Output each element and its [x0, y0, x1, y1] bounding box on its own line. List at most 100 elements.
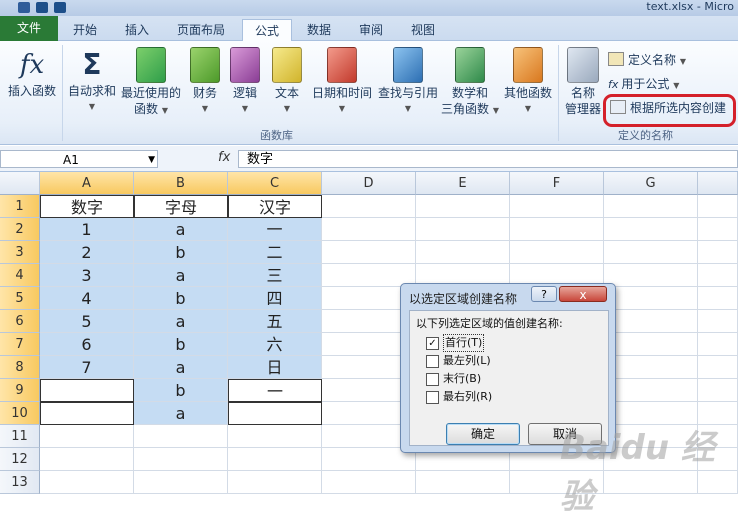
cell-h2[interactable] — [698, 218, 738, 241]
recently-used-button[interactable]: 最近使用的 函数 ▼ — [120, 47, 182, 119]
cell-g5[interactable] — [604, 287, 698, 310]
cell-c12[interactable] — [228, 448, 322, 471]
formula-input[interactable]: 数字 — [238, 150, 738, 168]
text-functions-button[interactable]: 文本 ▼ — [268, 47, 306, 117]
row-header-9[interactable]: 9 — [0, 379, 40, 402]
insert-function-button[interactable]: fx 插入函数 — [4, 47, 60, 99]
option-left-column[interactable]: 最左列(L) — [426, 353, 491, 369]
cell-a7[interactable]: 6 — [40, 333, 134, 356]
use-in-formula-button[interactable]: fx 用于公式 ▼ — [608, 75, 679, 93]
cell-b10[interactable]: a — [134, 402, 228, 425]
tab-page-layout[interactable]: 页面布局 — [166, 19, 236, 41]
cell-c7[interactable]: 六 — [228, 333, 322, 356]
option-right-column[interactable]: 最右列(R) — [426, 389, 492, 405]
tab-file[interactable]: 文件 — [0, 16, 58, 41]
row-header-1[interactable]: 1 — [0, 195, 40, 218]
cell-e3[interactable] — [416, 241, 510, 264]
row-header-12[interactable]: 12 — [0, 448, 40, 471]
datetime-button[interactable]: 日期和时间 ▼ — [310, 47, 374, 117]
checkbox[interactable] — [426, 372, 439, 386]
row-header-3[interactable]: 3 — [0, 241, 40, 264]
column-header-c[interactable]: C — [228, 172, 322, 195]
cell-e13[interactable] — [416, 471, 510, 494]
cell-a4[interactable]: 3 — [40, 264, 134, 287]
cell-f1[interactable] — [510, 195, 604, 218]
column-header-g[interactable]: G — [604, 172, 698, 195]
cell-f3[interactable] — [510, 241, 604, 264]
tab-insert[interactable]: 插入 — [114, 19, 160, 41]
cell-b3[interactable]: b — [134, 241, 228, 264]
row-header-11[interactable]: 11 — [0, 425, 40, 448]
option-bottom-row[interactable]: 末行(B) — [426, 371, 481, 387]
select-all-corner[interactable] — [0, 172, 40, 195]
option-top-row[interactable]: ✓ 首行(T) — [426, 334, 485, 352]
cell-c9[interactable]: 一 — [228, 379, 322, 402]
cell-a11[interactable] — [40, 425, 134, 448]
cell-c5[interactable]: 四 — [228, 287, 322, 310]
cell-b4[interactable]: a — [134, 264, 228, 287]
column-header-b[interactable]: B — [134, 172, 228, 195]
cell-c10[interactable] — [228, 402, 322, 425]
tab-review[interactable]: 审阅 — [348, 19, 394, 41]
cell-g4[interactable] — [604, 264, 698, 287]
cell-f2[interactable] — [510, 218, 604, 241]
close-button[interactable]: x — [559, 286, 607, 302]
lookup-button[interactable]: 查找与引用 ▼ — [376, 47, 440, 117]
cell-h9[interactable] — [698, 379, 738, 402]
column-header-h[interactable] — [698, 172, 738, 195]
column-header-e[interactable]: E — [416, 172, 510, 195]
save-icon[interactable] — [18, 1, 30, 13]
cell-g9[interactable] — [604, 379, 698, 402]
cell-e2[interactable] — [416, 218, 510, 241]
row-header-6[interactable]: 6 — [0, 310, 40, 333]
column-header-d[interactable]: D — [322, 172, 416, 195]
cell-h4[interactable] — [698, 264, 738, 287]
name-manager-button[interactable]: 名称 管理器 — [562, 47, 604, 117]
cell-h8[interactable] — [698, 356, 738, 379]
cell-a12[interactable] — [40, 448, 134, 471]
undo-icon[interactable] — [36, 1, 48, 13]
tab-home[interactable]: 开始 — [62, 19, 108, 41]
row-header-4[interactable]: 4 — [0, 264, 40, 287]
cell-g7[interactable] — [604, 333, 698, 356]
cell-d3[interactable] — [322, 241, 416, 264]
column-header-a[interactable]: A — [40, 172, 134, 195]
cell-d2[interactable] — [322, 218, 416, 241]
redo-icon[interactable] — [54, 1, 66, 13]
cell-c11[interactable] — [228, 425, 322, 448]
row-header-2[interactable]: 2 — [0, 218, 40, 241]
financial-button[interactable]: 财务 ▼ — [188, 47, 222, 117]
cell-g2[interactable] — [604, 218, 698, 241]
logical-button[interactable]: 逻辑 ▼ — [228, 47, 262, 117]
cell-b13[interactable] — [134, 471, 228, 494]
row-header-7[interactable]: 7 — [0, 333, 40, 356]
cell-c13[interactable] — [228, 471, 322, 494]
row-header-10[interactable]: 10 — [0, 402, 40, 425]
cell-h6[interactable] — [698, 310, 738, 333]
cell-a2[interactable]: 1 — [40, 218, 134, 241]
checkbox-checked[interactable]: ✓ — [426, 336, 439, 350]
row-header-8[interactable]: 8 — [0, 356, 40, 379]
cell-b6[interactable]: a — [134, 310, 228, 333]
cell-a10[interactable] — [40, 402, 134, 425]
tab-view[interactable]: 视图 — [400, 19, 446, 41]
checkbox[interactable] — [426, 390, 439, 404]
cell-d13[interactable] — [322, 471, 416, 494]
cell-b12[interactable] — [134, 448, 228, 471]
autosum-button[interactable]: Σ 自动求和 ▼ — [64, 47, 120, 115]
cell-b7[interactable]: b — [134, 333, 228, 356]
ok-button[interactable]: 确定 — [446, 423, 520, 445]
cell-h1[interactable] — [698, 195, 738, 218]
cell-b11[interactable] — [134, 425, 228, 448]
chevron-down-icon[interactable]: ▼ — [148, 151, 155, 169]
cell-b1[interactable]: 字母 — [134, 195, 228, 218]
cell-a5[interactable]: 4 — [40, 287, 134, 310]
tab-data[interactable]: 数据 — [296, 19, 342, 41]
cell-d1[interactable] — [322, 195, 416, 218]
column-header-f[interactable]: F — [510, 172, 604, 195]
cell-a1[interactable]: 数字 — [40, 195, 134, 218]
cell-a6[interactable]: 5 — [40, 310, 134, 333]
cell-c2[interactable]: 一 — [228, 218, 322, 241]
cell-g8[interactable] — [604, 356, 698, 379]
define-name-button[interactable]: 定义名称 ▼ — [608, 51, 686, 69]
